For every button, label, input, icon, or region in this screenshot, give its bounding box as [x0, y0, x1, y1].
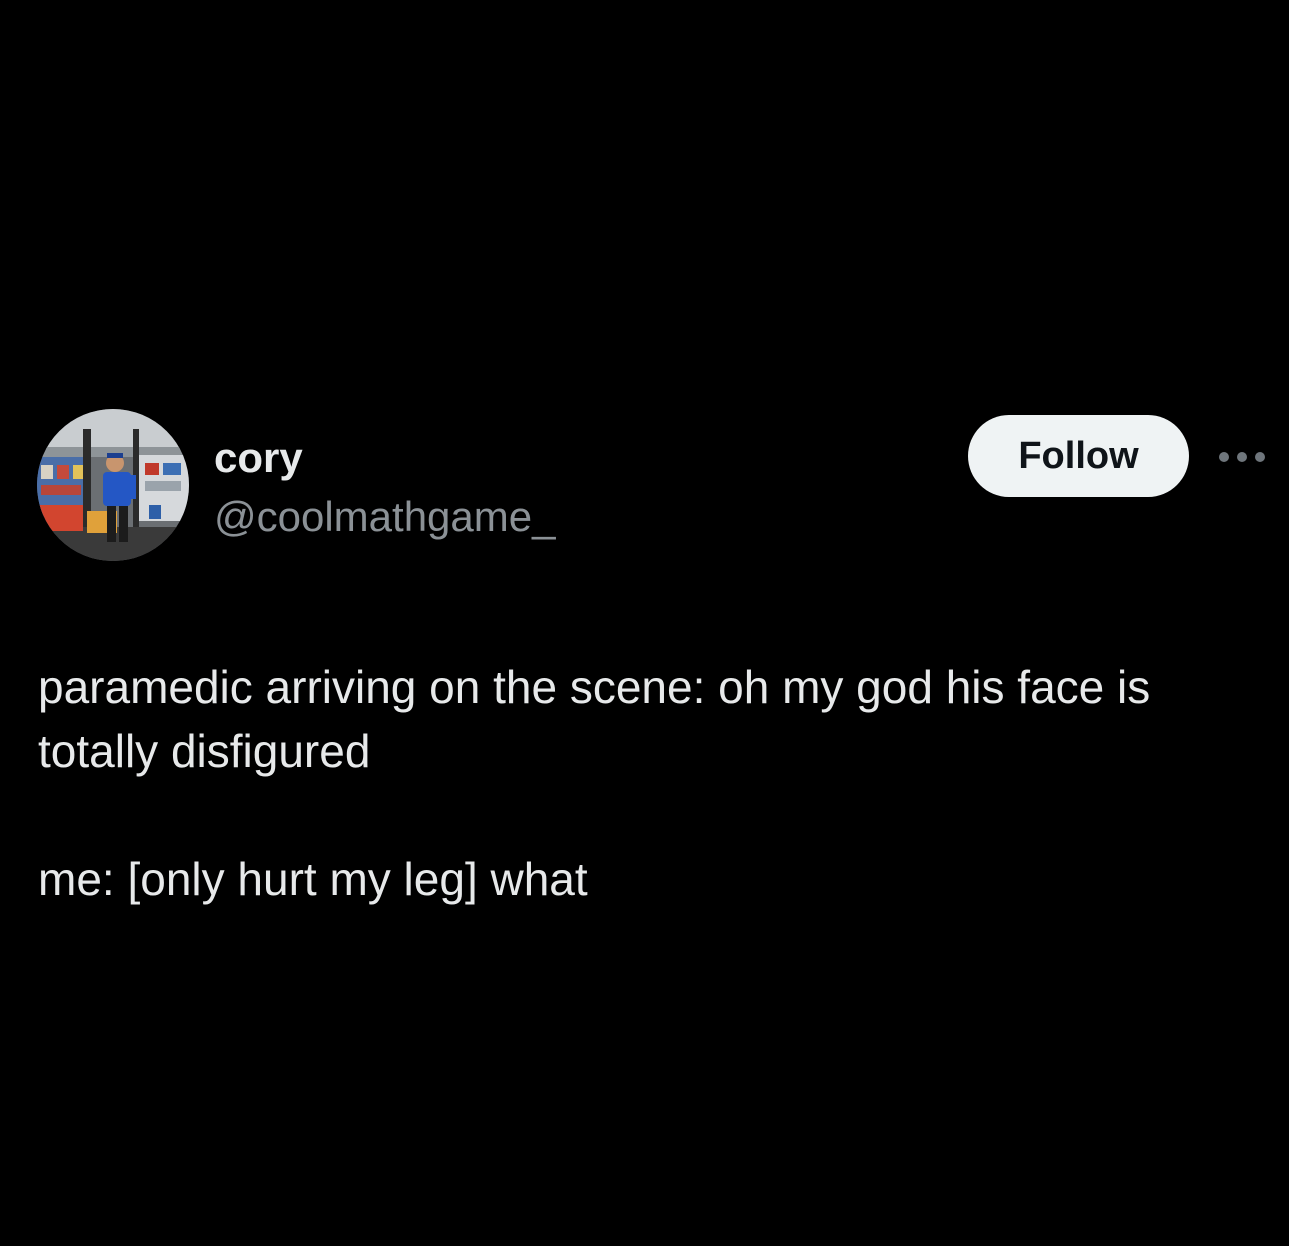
tweet-text: paramedic arriving on the scene: oh my g…	[38, 655, 1258, 911]
more-options-icon	[1219, 452, 1265, 462]
author-avatar[interactable]	[37, 409, 189, 561]
author-display-name[interactable]: cory	[214, 433, 303, 483]
author-handle[interactable]: @coolmathgame_	[214, 492, 555, 542]
tweet-card: cory @coolmathgame_ Follow paramedic arr…	[0, 0, 1289, 1246]
tweet-paragraph: paramedic arriving on the scene: oh my g…	[38, 661, 1151, 777]
tweet-paragraph: me: [only hurt my leg] what	[38, 853, 588, 905]
profile-photo-icon	[37, 409, 189, 561]
more-options-button[interactable]	[1212, 440, 1272, 474]
follow-button[interactable]: Follow	[968, 415, 1189, 497]
